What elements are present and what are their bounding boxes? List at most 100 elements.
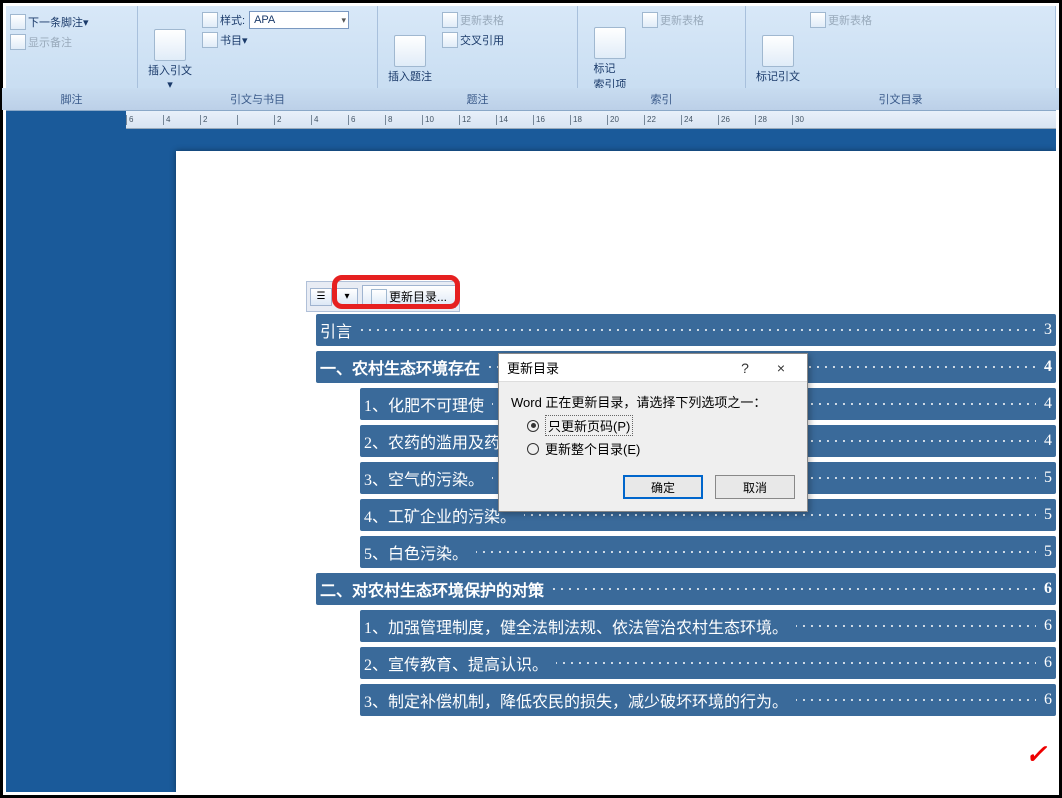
ruler-tick bbox=[237, 115, 274, 125]
bibliography-icon bbox=[202, 32, 218, 48]
style-icon bbox=[202, 12, 218, 28]
dialog-close-button[interactable]: × bbox=[763, 356, 799, 380]
toc-entry-text: 1、加强管理制度，健全法制法规、依法管治农村生态环境。 bbox=[360, 610, 792, 642]
ribbon-group-footnotes: 下一条脚注 ▾ 显示备注 脚注 bbox=[6, 6, 138, 110]
style-select[interactable]: APA bbox=[249, 11, 349, 29]
ruler-tick: 2 bbox=[274, 115, 311, 125]
show-notes-button[interactable]: 显示备注 bbox=[10, 33, 89, 51]
toc-entry[interactable]: 1、加强管理制度，健全法制法规、依法管治农村生态环境。 6 bbox=[316, 607, 1056, 644]
toc-entry[interactable]: 引言 3 bbox=[316, 311, 1056, 348]
ruler-tick: 4 bbox=[311, 115, 348, 125]
update-toc-button[interactable]: 更新目录... bbox=[362, 285, 456, 308]
mark-index-icon bbox=[594, 27, 626, 59]
app-window: 下一条脚注 ▾ 显示备注 脚注 插入引文 ▾ 样式: APA bbox=[0, 0, 1062, 798]
ok-button[interactable]: 确定 bbox=[623, 475, 703, 499]
toc-leader-dots bbox=[780, 440, 1036, 442]
ruler-tick: 12 bbox=[459, 115, 496, 125]
toc-entry-page: 6 bbox=[1040, 576, 1056, 602]
horizontal-ruler[interactable]: 64224681012141618202224262830 bbox=[126, 111, 1056, 129]
ruler-tick: 20 bbox=[607, 115, 644, 125]
toc-entry-page: 6 bbox=[1040, 650, 1056, 676]
option-update-entire[interactable]: 更新整个目录(E) bbox=[527, 439, 795, 458]
toc-entry-text: 2、宣传教育、提高认识。 bbox=[360, 647, 552, 679]
ribbon-group-captions: 插入题注 更新表格 交叉引用 题注 bbox=[378, 6, 578, 110]
ruler-tick: 18 bbox=[570, 115, 607, 125]
toc-entry-page: 4 bbox=[1040, 391, 1056, 417]
group-label-footnotes: 脚注 bbox=[2, 88, 141, 110]
ruler-tick: 4 bbox=[163, 115, 200, 125]
ruler-tick: 2 bbox=[200, 115, 237, 125]
ribbon-group-toa: 标记引文 更新表格 引文目录 bbox=[746, 6, 1056, 110]
toc-entry-text: 二、对农村生态环境保护的对策 bbox=[316, 573, 548, 605]
ruler-tick: 6 bbox=[126, 115, 163, 125]
toc-leader-dots bbox=[552, 588, 1036, 590]
watermark: 经验啦 jingyanla.com bbox=[959, 739, 1047, 785]
toc-entry-page: 3 bbox=[1040, 317, 1056, 343]
toc-leader-dots bbox=[796, 699, 1036, 701]
toc-entry-text: 3、空气的污染。 bbox=[360, 462, 488, 494]
toc-entry-text: 引言 bbox=[316, 314, 356, 346]
style-row: 样式: APA bbox=[202, 11, 349, 29]
toc-leader-dots bbox=[360, 329, 1036, 331]
toc-leader-dots bbox=[476, 551, 1036, 553]
group-label-index: 索引 bbox=[574, 88, 749, 110]
update-toc-dialog: 更新目录 ? × Word 正在更新目录，请选择下列选项之一： 只更新页码(P)… bbox=[498, 353, 808, 512]
toc-entry-page: 4 bbox=[1040, 428, 1056, 454]
ribbon: 下一条脚注 ▾ 显示备注 脚注 插入引文 ▾ 样式: APA bbox=[6, 6, 1056, 111]
toc-leader-dots bbox=[524, 514, 1036, 516]
ruler-tick: 8 bbox=[385, 115, 422, 125]
ruler-tick: 16 bbox=[533, 115, 570, 125]
group-label-citations: 引文与书目 bbox=[134, 88, 381, 110]
toc-entry-text: 4、工矿企业的污染。 bbox=[360, 499, 520, 531]
option-update-entire-label: 更新整个目录(E) bbox=[545, 439, 640, 458]
update-index-button[interactable]: 更新表格 bbox=[642, 11, 704, 29]
toc-entry[interactable]: 2、宣传教育、提高认识。 6 bbox=[316, 644, 1056, 681]
update-toa-icon bbox=[810, 12, 826, 28]
update-captions-button[interactable]: 更新表格 bbox=[442, 11, 504, 29]
option-update-pages[interactable]: 只更新页码(P) bbox=[527, 415, 795, 436]
ruler-tick: 14 bbox=[496, 115, 533, 125]
toc-entry[interactable]: 3、制定补偿机制，降低农民的损失，减少破坏环境的行为。 6 bbox=[316, 681, 1056, 718]
option-update-pages-label: 只更新页码(P) bbox=[545, 415, 633, 436]
radio-unselected-icon bbox=[527, 443, 539, 455]
ruler-tick: 28 bbox=[755, 115, 792, 125]
toc-entry-text: 1、化肥不可理使 bbox=[360, 388, 488, 420]
toc-entry-text: 3、制定补偿机制，降低农民的损失，减少破坏环境的行为。 bbox=[360, 684, 792, 716]
dialog-message: Word 正在更新目录，请选择下列选项之一： bbox=[511, 392, 795, 411]
toc-entry-page: 4 bbox=[1040, 354, 1056, 380]
toc-entry-page: 6 bbox=[1040, 613, 1056, 639]
group-label-toa: 引文目录 bbox=[742, 88, 1059, 110]
dialog-help-button[interactable]: ? bbox=[727, 356, 763, 380]
ribbon-group-index: 标记 索引项 更新表格 索引 bbox=[578, 6, 746, 110]
ruler-tick: 10 bbox=[422, 115, 459, 125]
next-footnote-icon bbox=[10, 14, 26, 30]
toc-entry[interactable]: 二、对农村生态环境保护的对策 6 bbox=[316, 570, 1056, 607]
cross-ref-icon bbox=[442, 32, 458, 48]
toc-entry[interactable]: 5、白色污染。5 bbox=[316, 533, 1056, 570]
show-notes-icon bbox=[10, 34, 26, 50]
dialog-body: Word 正在更新目录，请选择下列选项之一： 只更新页码(P) 更新整个目录(E… bbox=[499, 382, 807, 467]
toc-leader-dots bbox=[796, 625, 1036, 627]
group-label-captions: 题注 bbox=[374, 88, 581, 110]
cancel-button[interactable]: 取消 bbox=[715, 475, 795, 499]
mark-citation-icon bbox=[762, 35, 794, 67]
toc-leader-dots bbox=[556, 662, 1036, 664]
toc-dropdown-button[interactable]: ▾ bbox=[336, 288, 358, 306]
cross-reference-button[interactable]: 交叉引用 bbox=[442, 31, 504, 49]
bibliography-button[interactable]: 书目 ▾ bbox=[202, 31, 349, 49]
update-toa-button[interactable]: 更新表格 bbox=[810, 11, 872, 29]
toc-options-button[interactable]: ☰ bbox=[310, 288, 332, 306]
toc-entry-page: 5 bbox=[1040, 502, 1056, 528]
dialog-titlebar[interactable]: 更新目录 ? × bbox=[499, 354, 807, 382]
toc-entry-page: 5 bbox=[1040, 539, 1056, 565]
toc-entry-page: 5 bbox=[1040, 465, 1056, 491]
ruler-tick: 6 bbox=[348, 115, 385, 125]
insert-caption-icon bbox=[394, 35, 426, 67]
update-icon bbox=[442, 12, 458, 28]
dialog-title-text: 更新目录 bbox=[507, 358, 559, 377]
toc-entry-page: 6 bbox=[1040, 687, 1056, 713]
update-toc-icon bbox=[371, 289, 387, 305]
next-footnote-button[interactable]: 下一条脚注 ▾ bbox=[10, 13, 89, 31]
toc-entry-text: 一、农村生态环境存在 bbox=[316, 351, 484, 383]
update-toc-label: 更新目录... bbox=[389, 288, 447, 305]
